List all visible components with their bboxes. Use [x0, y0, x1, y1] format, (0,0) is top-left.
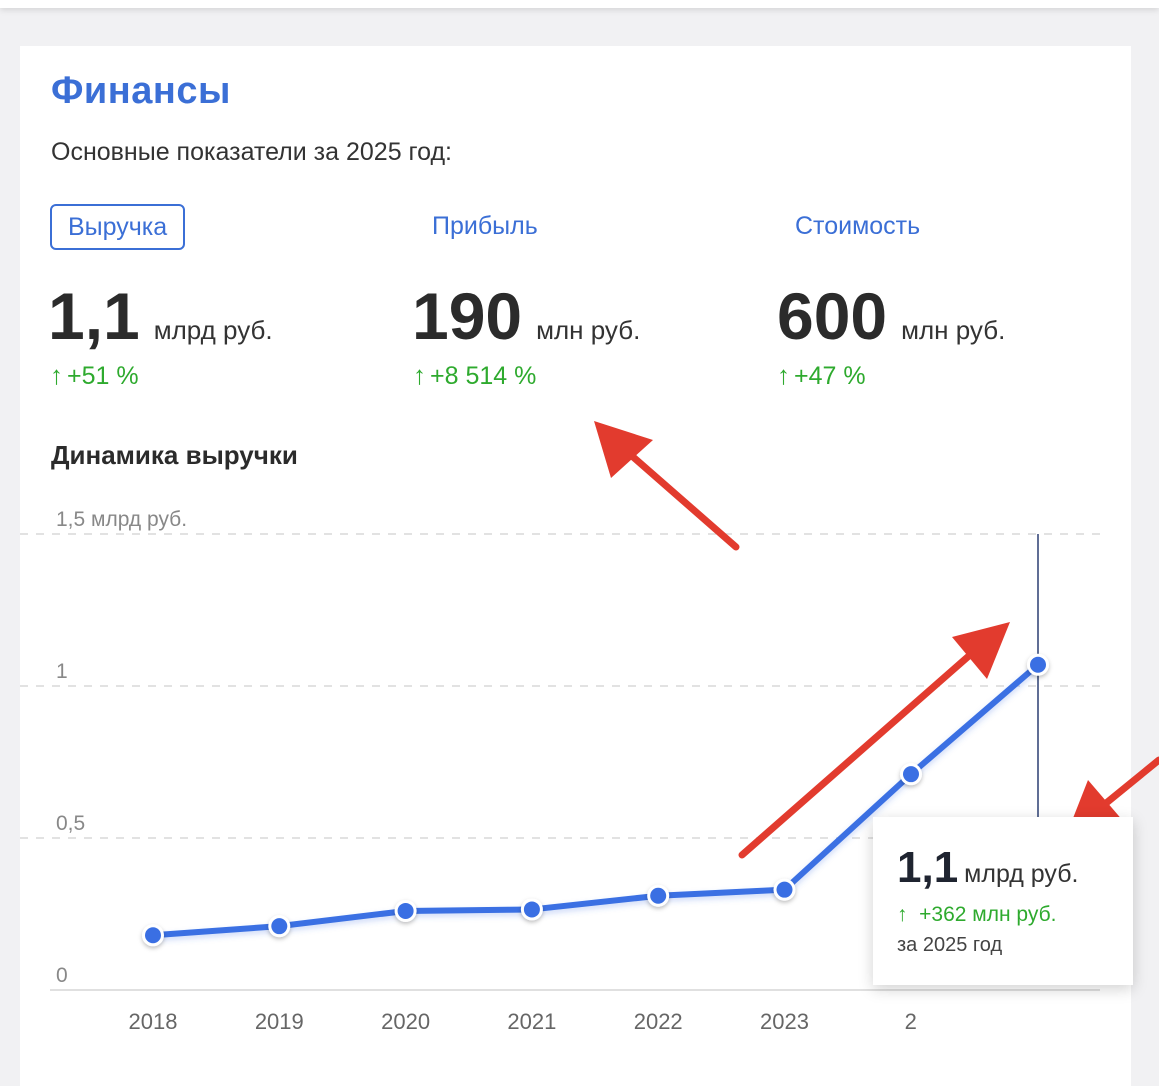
data-point: [523, 901, 540, 918]
x-tick-label: 2023: [760, 1009, 809, 1034]
tooltip-period: за 2025 год: [897, 934, 1003, 956]
data-point: [145, 927, 161, 944]
y-tick-label: 0: [56, 964, 68, 987]
x-tick-label: 2: [905, 1009, 917, 1034]
arrow-up-icon: ↑: [897, 903, 908, 926]
y-tick-label: 0,5: [56, 812, 85, 835]
x-tick-label: 2019: [255, 1009, 304, 1034]
x-tick-label: 2020: [381, 1009, 430, 1034]
data-point: [1030, 656, 1046, 673]
tooltip-change-text: +362 млн руб.: [919, 903, 1057, 926]
annotation-arrowhead-up-right: [952, 622, 1010, 679]
x-tick-label: 2021: [507, 1009, 556, 1034]
data-point: [903, 766, 919, 783]
data-point: [650, 887, 667, 904]
data-point: [397, 902, 414, 919]
data-point: [776, 881, 793, 898]
tooltip-unit: млрд руб.: [964, 860, 1079, 888]
annotation-arrows: [594, 421, 1159, 859]
chart-tooltip: 1,1 млрд руб. ↑ +362 млн руб. за 2025 год: [873, 817, 1133, 985]
x-tick-label: 2018: [129, 1009, 178, 1034]
x-tick-label: 2022: [634, 1009, 683, 1034]
tooltip-change: ↑ +362 млн руб.: [897, 903, 1056, 927]
tooltip-value: 1,1: [897, 843, 959, 892]
y-tick-label: 1,5 млрд руб.: [56, 508, 187, 531]
y-tick-label: 1: [56, 660, 68, 683]
data-point: [271, 918, 288, 935]
